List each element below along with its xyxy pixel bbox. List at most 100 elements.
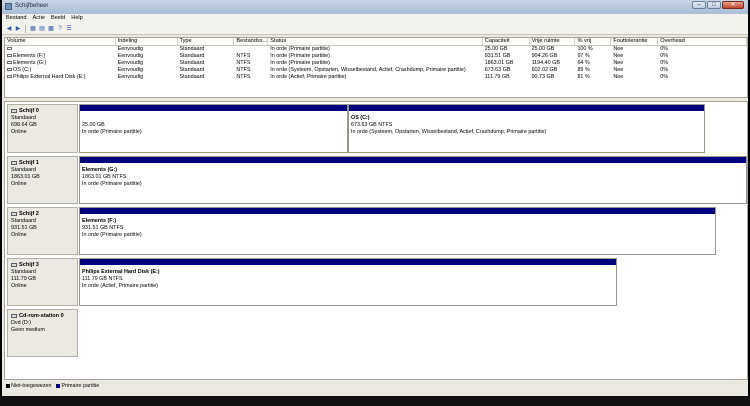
- partition-philips-e[interactable]: Philips External Hard Disk (E:) 111.79 G…: [79, 258, 617, 306]
- cell-volume: Elements (G:): [13, 60, 47, 66]
- disk-icon: [11, 262, 17, 267]
- disk-label-2[interactable]: Schijf 2 Standaard 931.51 GB Online: [7, 207, 78, 255]
- disk-label-0[interactable]: Schijf 0 Standaard 698.64 GB Online: [7, 104, 78, 153]
- cell-bestandssysteem: [234, 46, 268, 53]
- volume-icon: [7, 75, 12, 79]
- partition-size: 1863.01 GB NTFS: [82, 174, 127, 180]
- disk-name: Schijf 2: [19, 211, 39, 217]
- taskbar: [0, 396, 750, 406]
- menu-beeld[interactable]: Beeld: [51, 14, 65, 23]
- cell-pct-vrij: 89 %: [577, 67, 590, 73]
- partition-status: In orde (Primaire partitie): [82, 181, 142, 187]
- partition-size: 931.51 GB NTFS: [82, 225, 124, 231]
- partition-bar: [80, 208, 715, 214]
- table-row[interactable]: Philips External Hard Disk (E:) Eenvoudi…: [5, 74, 747, 81]
- col-indeling[interactable]: Indeling: [116, 38, 178, 45]
- volume-list-header: Volume Indeling Type Bestandss... Status…: [5, 38, 747, 46]
- cell-vrije-ruimte: 602.02 GB: [531, 67, 558, 73]
- menu-actie[interactable]: Actie: [33, 14, 45, 23]
- cell-type: Standaard: [179, 46, 205, 52]
- menu-help[interactable]: Help: [71, 14, 83, 23]
- cell-type: Standaard: [179, 60, 205, 66]
- cell-indeling: Eenvoudig: [117, 74, 144, 80]
- partition-os-c[interactable]: OS (C:) 673.63 GB NTFS In orde (Systeem,…: [348, 104, 705, 153]
- volume-icon: [7, 47, 12, 51]
- disk-name: Schijf 1: [19, 160, 39, 166]
- table-row[interactable]: OS (C:) Eenvoudig Standaard NTFS In orde…: [5, 67, 747, 74]
- col-fouttolerantie[interactable]: Fouttolerantie: [611, 38, 659, 45]
- partition-title: Elements (F:): [82, 218, 117, 224]
- disk-map: Schijf 0 Standaard 698.64 GB Online 25.0…: [4, 101, 748, 380]
- toolbar: ◀ ▶ ▦ ▤ ▩ ? ☰: [2, 23, 748, 35]
- cell-overhead: 0%: [660, 74, 669, 80]
- table-row[interactable]: Elements (G:) Eenvoudig Standaard NTFS I…: [5, 60, 747, 67]
- console-tree-icon[interactable]: ▦: [29, 25, 37, 33]
- volume-list: Volume Indeling Type Bestandss... Status…: [4, 37, 748, 98]
- col-vrije-ruimte[interactable]: Vrije ruimte: [530, 38, 576, 45]
- cell-fouttolerantie: Nee: [613, 60, 624, 66]
- disk-size: 931.51 GB: [11, 225, 37, 231]
- disk-type: Standaard: [11, 167, 36, 173]
- legend-item-primary: Primaire partitie: [56, 383, 99, 389]
- title-bar[interactable]: Schijfbeheer – □ ✕: [2, 0, 748, 14]
- cell-overhead: 0%: [660, 67, 669, 73]
- partition-elements-f[interactable]: Elements (F:) 931.51 GB NTFS In orde (Pr…: [79, 207, 716, 255]
- disk-label-1[interactable]: Schijf 1 Standaard 1863.01 GB Online: [7, 156, 78, 204]
- close-button[interactable]: ✕: [722, 1, 744, 9]
- table-row[interactable]: Elements (F:) Eenvoudig Standaard NTFS I…: [5, 53, 747, 60]
- disk-partitions-2: Elements (F:) 931.51 GB NTFS In orde (Pr…: [79, 207, 716, 255]
- col-capaciteit[interactable]: Capaciteit: [483, 38, 530, 45]
- col-overhead[interactable]: Overhead: [658, 38, 747, 45]
- cell-status: In orde (Primaire partitie): [270, 60, 330, 66]
- cell-vrije-ruimte: 25.00 GB: [531, 46, 555, 52]
- cell-indeling: Eenvoudig: [117, 53, 144, 59]
- maximize-button[interactable]: □: [707, 1, 721, 9]
- cell-bestandssysteem: NTFS: [236, 67, 251, 73]
- disk-partitions-3: Philips External Hard Disk (E:) 111.79 G…: [79, 258, 617, 306]
- cell-fouttolerantie: Nee: [613, 46, 624, 52]
- window-controls: – □ ✕: [692, 1, 744, 9]
- col-type[interactable]: Type: [178, 38, 235, 45]
- disk-state: Geen medium: [11, 327, 45, 333]
- cell-bestandssysteem: NTFS: [236, 53, 251, 59]
- disk-icon: [11, 160, 17, 165]
- cell-overhead: 0%: [660, 60, 669, 66]
- window-title: Schijfbeheer: [15, 3, 49, 9]
- help-icon[interactable]: ?: [56, 25, 64, 33]
- disk-state: Online: [11, 283, 27, 289]
- cell-overhead: 0%: [660, 46, 669, 52]
- col-status[interactable]: Status: [268, 38, 483, 45]
- disk-management-window: Schijfbeheer – □ ✕ Bestand Actie Beeld H…: [2, 0, 748, 396]
- partition-elements-g[interactable]: Elements (G:) 1863.01 GB NTFS In orde (P…: [79, 156, 747, 204]
- cell-fouttolerantie: Nee: [613, 74, 624, 80]
- cell-indeling: Eenvoudig: [117, 46, 144, 52]
- menu-bestand[interactable]: Bestand: [6, 14, 27, 23]
- table-row[interactable]: Eenvoudig Standaard In orde (Primaire pa…: [5, 46, 747, 53]
- partition-status: In orde (Systeem, Opstarten, Wisselbesta…: [351, 129, 547, 135]
- back-arrow-icon[interactable]: ◀: [5, 25, 13, 33]
- menu-bar: Bestand Actie Beeld Help: [2, 14, 748, 23]
- minimize-button[interactable]: –: [692, 1, 706, 9]
- grid-icon[interactable]: ▩: [47, 25, 55, 33]
- disk-label-cdrom[interactable]: Cd-rom-station 0 Dvd (D:) Geen medium: [7, 309, 78, 357]
- volume-icon: [7, 61, 12, 65]
- forward-arrow-icon[interactable]: ▶: [14, 25, 22, 33]
- col-volume[interactable]: Volume: [5, 38, 116, 45]
- partition-unnamed[interactable]: 25.00 GB In orde (Primaire partitie): [79, 104, 348, 153]
- legend-swatch: [6, 383, 10, 388]
- col-bestandssysteem[interactable]: Bestandss...: [234, 38, 269, 45]
- list-view-icon[interactable]: ☰: [65, 25, 73, 33]
- cell-type: Standaard: [179, 67, 205, 73]
- cell-capaciteit: 25.00 GB: [484, 46, 508, 52]
- col-pct-vrij[interactable]: % vrij: [575, 38, 612, 45]
- partition-title: OS (C:): [351, 115, 370, 121]
- disk-partitions-1: Elements (G:) 1863.01 GB NTFS In orde (P…: [79, 156, 747, 204]
- cell-indeling: Eenvoudig: [117, 67, 144, 73]
- partition-bar: [349, 105, 704, 111]
- disk-label-3[interactable]: Schijf 3 Standaard 111.79 GB Online: [7, 258, 78, 306]
- disk-state: Online: [11, 181, 27, 187]
- properties-icon[interactable]: ▤: [38, 25, 46, 33]
- cell-vrije-ruimte: 904.26 GB: [531, 53, 558, 59]
- disk-type: Dvd (D:): [11, 320, 32, 326]
- partition-bar: [80, 157, 746, 163]
